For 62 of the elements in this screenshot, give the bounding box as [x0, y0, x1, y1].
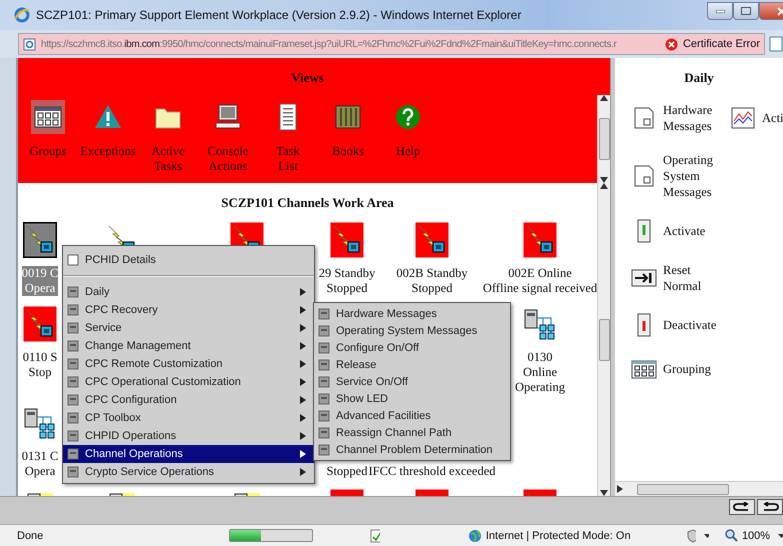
- menu-item[interactable]: CP Toolbox: [63, 409, 314, 427]
- menu-item[interactable]: Hardware Messages: [314, 305, 510, 322]
- zone-text: Internet | Protected Mode: On: [486, 530, 631, 542]
- view-label[interactable]: Groups: [30, 144, 66, 159]
- menu-item[interactable]: Show LED: [314, 390, 510, 407]
- address-field[interactable]: https://sczhmc8.itso.ibm.com:9950/hmc/connects/mainuiFrameset.jsp?uiURL=%2Fhmc%2Fui%2Fdnd%2Fmain&uiTitleKey=hmc.connects.r Certificate Error: [18, 33, 765, 55]
- channel-label: IFCC threshold exceeded: [368, 464, 496, 479]
- zoom-level[interactable]: 100%: [742, 530, 770, 542]
- channel-label: Operating: [515, 380, 565, 395]
- menu-item[interactable]: CHPID Operations: [63, 427, 314, 445]
- channel-label: 29 Standby: [318, 266, 376, 281]
- view-label[interactable]: Books: [332, 144, 364, 159]
- task-link[interactable]: Operating System Messages: [663, 152, 725, 200]
- views-title: Views: [290, 70, 325, 86]
- task-link[interactable]: Activate: [663, 223, 706, 239]
- tasks-title: Daily: [683, 70, 715, 86]
- menu-item[interactable]: Crypto Service Operations: [63, 463, 314, 481]
- menu-item[interactable]: CPC Configuration: [63, 391, 314, 409]
- menu-item[interactable]: Reassign Channel Path: [314, 424, 510, 441]
- channel-label: 0131 C: [22, 449, 58, 464]
- task-link[interactable]: Deactivate: [663, 317, 716, 333]
- channel-label: Stopped: [412, 281, 452, 296]
- url-text: https://sczhmc8.itso.ibm.com:9950/hmc/connects/mainuiFrameset.jsp?uiURL=%2Fhmc%2Fui%2Fdnd%2Fmain&uiTitleKey=hmc.connects.r: [41, 38, 618, 50]
- channel-label: Opera: [24, 281, 56, 296]
- menu-item[interactable]: Channel Problem Determination: [314, 441, 510, 458]
- task-link[interactable]: Hardware Messages: [663, 102, 725, 134]
- menu-item[interactable]: CPC Operational Customization: [63, 373, 314, 391]
- view-label[interactable]: Active Tasks: [151, 144, 185, 174]
- menu-item[interactable]: PCHID Details: [63, 248, 314, 277]
- task-link[interactable]: Acti: [762, 110, 783, 126]
- menu-item[interactable]: CPC Remote Customization: [63, 355, 314, 373]
- menu-item[interactable]: Daily: [63, 283, 314, 301]
- window-title: SCZP101: Primary Support Element Workplace (Version 2.9.2) - Windows Internet Explorer: [36, 8, 522, 22]
- view-label[interactable]: Exceptions: [80, 144, 136, 159]
- channel-label: Opera: [24, 464, 56, 479]
- certificate-error-link[interactable]: Certificate Error: [682, 38, 760, 50]
- menu-item[interactable]: Configure On/Off: [314, 339, 510, 356]
- channel-label: 0110 S: [22, 350, 58, 365]
- task-link[interactable]: Grouping: [663, 361, 711, 377]
- status-text: Done: [17, 530, 44, 542]
- menu-item[interactable]: Channel Operations: [63, 445, 314, 463]
- view-label[interactable]: Console Actions: [208, 144, 248, 174]
- channel-label: 0130: [527, 350, 552, 365]
- task-link[interactable]: Reset Normal: [663, 262, 725, 294]
- view-label[interactable]: Help: [396, 144, 420, 159]
- channel-label: Online: [522, 365, 557, 380]
- work-area-title: SCZP101 Channels Work Area: [220, 195, 395, 211]
- view-label[interactable]: Task List: [276, 144, 300, 174]
- channel-label: Stop: [28, 365, 52, 380]
- channel-label: Offline signal received: [482, 281, 597, 296]
- menu-item[interactable]: Service: [63, 319, 314, 337]
- channel-label: 002B Standby: [396, 266, 468, 281]
- menu-item[interactable]: Service On/Off: [314, 373, 510, 390]
- channel-label: Stopped: [326, 281, 368, 296]
- channel-label: 002E Online: [508, 266, 572, 281]
- channel-label: Stopped: [326, 464, 368, 479]
- menu-item[interactable]: Operating System Messages: [314, 322, 510, 339]
- menu-item[interactable]: Release: [314, 356, 510, 373]
- menu-item[interactable]: Advanced Facilities: [314, 407, 510, 424]
- menu-item[interactable]: Change Management: [63, 337, 314, 355]
- channel-label: 0019 C: [22, 266, 58, 281]
- menu-item[interactable]: CPC Recovery: [63, 301, 314, 319]
